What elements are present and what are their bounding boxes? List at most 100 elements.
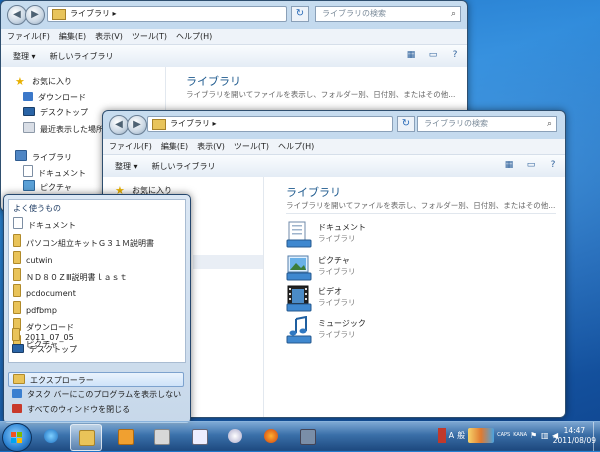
folder-icon bbox=[79, 430, 95, 446]
taskbar-ie[interactable] bbox=[36, 424, 66, 449]
ime-tools-icon[interactable] bbox=[468, 428, 495, 443]
ime-mode[interactable]: A bbox=[449, 428, 454, 443]
jump-item-folder[interactable]: pcdocument bbox=[13, 284, 76, 298]
view-options-icon[interactable]: ▦ bbox=[405, 50, 417, 61]
menu-view[interactable]: 表示(V) bbox=[95, 29, 123, 44]
taskbar-firefox[interactable] bbox=[256, 424, 286, 449]
firefox-icon bbox=[264, 429, 278, 443]
jump-item-folder[interactable]: pdfbmp bbox=[13, 301, 57, 315]
command-bar: 整理 ▾ 新しいライブラリ ▦ ▭ ? bbox=[103, 155, 565, 178]
view-options-icon[interactable]: ▦ bbox=[503, 160, 515, 171]
jump-item-folder[interactable]: ＮＤ８０ＺⅢ説明書ｌａｓｔ bbox=[13, 268, 128, 283]
menu-edit[interactable]: 編集(E) bbox=[161, 139, 188, 154]
clock[interactable]: 14:47 2011/08/09 bbox=[553, 426, 596, 446]
back-button[interactable]: ◀ bbox=[109, 115, 129, 135]
taskbar-app[interactable] bbox=[146, 424, 176, 449]
forward-button[interactable]: ▶ bbox=[25, 5, 45, 25]
ime-kanji[interactable]: 般 bbox=[457, 428, 465, 443]
explorer-icon bbox=[13, 374, 25, 384]
menu-edit[interactable]: 編集(E) bbox=[59, 29, 86, 44]
menu-file[interactable]: ファイル(F) bbox=[7, 29, 50, 44]
preview-pane-icon[interactable]: ▭ bbox=[525, 160, 537, 171]
back-button[interactable]: ◀ bbox=[7, 5, 27, 25]
library-icon bbox=[52, 9, 66, 20]
new-library-button[interactable]: 新しいライブラリ bbox=[152, 161, 216, 172]
library-type: ライブラリ bbox=[318, 234, 356, 243]
library-videos[interactable]: ビデオ ライブラリ bbox=[286, 284, 406, 316]
close-window-icon bbox=[12, 404, 22, 413]
nav-downloads[interactable]: ダウンロード bbox=[23, 92, 86, 103]
folder-icon bbox=[13, 268, 21, 281]
library-music[interactable]: ミュージック ライブラリ bbox=[286, 316, 406, 348]
nav-libraries[interactable]: ライブラリ bbox=[15, 150, 72, 163]
flag-icon[interactable]: ⚑ bbox=[530, 428, 538, 443]
search-icon: ⌕ bbox=[450, 9, 456, 19]
jump-item-folder[interactable]: 2011_07_05 bbox=[12, 328, 74, 342]
nav-pictures[interactable]: ピクチャ bbox=[23, 180, 72, 193]
ime-icon[interactable] bbox=[437, 428, 446, 443]
organize-button[interactable]: 整理 ▾ bbox=[115, 161, 138, 172]
menu-help[interactable]: ヘルプ(H) bbox=[278, 139, 314, 154]
documents-library-icon bbox=[286, 221, 312, 248]
document-icon bbox=[13, 217, 23, 229]
address-bar[interactable]: ライブラリ ▸ bbox=[47, 6, 287, 22]
nav-label: ピクチャ bbox=[40, 183, 72, 192]
address-text: ライブラリ bbox=[170, 119, 210, 128]
jump-item-desktop[interactable]: デスクトップ bbox=[12, 344, 77, 355]
forward-button[interactable]: ▶ bbox=[127, 115, 147, 135]
jump-action-explorer[interactable]: エクスプローラー bbox=[8, 372, 184, 387]
taskbar-paint[interactable] bbox=[220, 424, 250, 449]
preview-pane-icon[interactable]: ▭ bbox=[427, 50, 439, 61]
library-type: ライブラリ bbox=[318, 298, 356, 307]
library-name: ビデオ bbox=[318, 287, 342, 296]
jump-item-label: パソコン組立キットＧ３１Ｍ説明書 bbox=[26, 239, 154, 248]
show-desktop-button[interactable] bbox=[593, 422, 600, 451]
library-title: ライブラリ bbox=[186, 75, 241, 88]
search-icon: ⌕ bbox=[546, 119, 552, 129]
menu-tools[interactable]: ツール(T) bbox=[234, 139, 269, 154]
menu-file[interactable]: ファイル(F) bbox=[109, 139, 152, 154]
jump-item-label: pcdocument bbox=[26, 289, 76, 298]
start-button[interactable] bbox=[2, 423, 32, 452]
jump-item-folder[interactable]: パソコン組立キットＧ３１Ｍ説明書 bbox=[13, 234, 154, 249]
media-player-icon bbox=[118, 429, 134, 445]
nav-recent-places[interactable]: 最近表示した場所 bbox=[23, 122, 104, 135]
jump-action-close-all[interactable]: すべてのウィンドウを閉じる bbox=[8, 402, 184, 417]
library-pictures[interactable]: ピクチャ ライブラリ bbox=[286, 253, 406, 285]
library-documents[interactable]: ドキュメント ライブラリ bbox=[286, 220, 406, 252]
menu-view[interactable]: 表示(V) bbox=[197, 139, 225, 154]
jump-item-folder[interactable]: cutwin bbox=[13, 251, 52, 265]
address-bar[interactable]: ライブラリ ▸ bbox=[147, 116, 393, 132]
organize-button[interactable]: 整理 ▾ bbox=[13, 51, 36, 62]
menu-help[interactable]: ヘルプ(H) bbox=[176, 29, 212, 44]
taskbar-explorer[interactable] bbox=[70, 424, 102, 451]
title-bar[interactable]: ◀ ▶ ライブラリ ▸ ↻ ライブラリの検索 ⌕ bbox=[103, 111, 565, 139]
pictures-library-icon bbox=[286, 255, 312, 281]
search-input[interactable]: ライブラリの検索 ⌕ bbox=[315, 6, 461, 22]
jump-action-unpin[interactable]: タスク バーにこのプログラムを表示しない bbox=[8, 387, 184, 402]
network-icon[interactable]: ▥ bbox=[541, 428, 549, 443]
help-icon[interactable]: ? bbox=[547, 160, 559, 171]
new-library-button[interactable]: 新しいライブラリ bbox=[50, 51, 114, 62]
taskbar-app2[interactable] bbox=[292, 424, 322, 449]
jump-item-documents[interactable]: ドキュメント bbox=[13, 217, 76, 231]
refresh-button[interactable]: ↻ bbox=[397, 116, 415, 132]
title-bar[interactable]: ◀ ▶ ライブラリ ▸ ↻ ライブラリの検索 ⌕ bbox=[1, 1, 467, 29]
nav-desktop[interactable]: デスクトップ bbox=[23, 107, 88, 118]
jump-item-label: ドキュメント bbox=[28, 221, 76, 230]
nav-favorites[interactable]: ★ お気に入り bbox=[15, 76, 72, 87]
taskbar: A 般 CAPS KANA ⚑ ▥ ◀ 14:47 2011/08/09 bbox=[0, 421, 600, 452]
search-input[interactable]: ライブラリの検索 ⌕ bbox=[417, 116, 557, 132]
nav-documents[interactable]: ドキュメント bbox=[23, 165, 86, 179]
menu-tools[interactable]: ツール(T) bbox=[132, 29, 167, 44]
help-icon[interactable]: ? bbox=[449, 50, 461, 61]
library-title: ライブラリ bbox=[286, 186, 341, 199]
taskbar-notepad[interactable] bbox=[184, 424, 214, 449]
refresh-button[interactable]: ↻ bbox=[291, 6, 309, 22]
nav-label: ドキュメント bbox=[38, 169, 86, 178]
jump-list: よく使うもの ドキュメント パソコン組立キットＧ３１Ｍ説明書 cutwin ＮＤ… bbox=[3, 194, 191, 424]
command-bar: 整理 ▾ 新しいライブラリ ▦ ▭ ? bbox=[1, 45, 467, 68]
taskbar-media-player[interactable] bbox=[110, 424, 140, 449]
unpin-icon bbox=[12, 389, 22, 398]
menu-bar: ファイル(F) 編集(E) 表示(V) ツール(T) ヘルプ(H) bbox=[1, 29, 467, 45]
